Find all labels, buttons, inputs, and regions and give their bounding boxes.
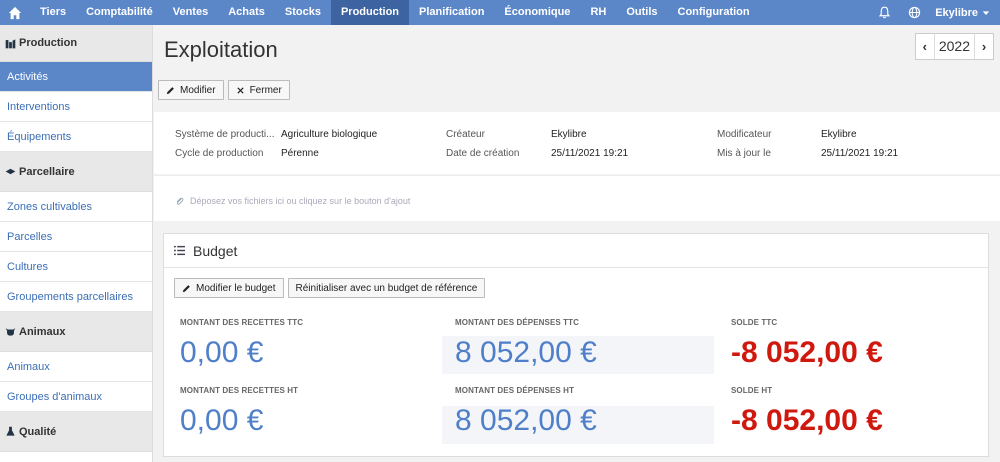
close-button-label: Fermer: [249, 84, 282, 96]
reset-budget-button[interactable]: Réinitialiser avec un budget de référenc…: [287, 278, 486, 298]
expenses-ht-cell: MONTANT DES DÉPENSES HT 8 052,00 €: [455, 386, 597, 438]
budget-panel: Budget Modifier le budget Réinitialiser …: [163, 233, 989, 457]
system-value: Agriculture biologique: [281, 129, 378, 140]
sidebar-section-qualite: Qualité: [0, 412, 152, 452]
budget-header: Budget: [164, 234, 988, 268]
sidebar-item-equipements[interactable]: Équipements: [0, 122, 152, 152]
sidebar-section-label: Production: [19, 37, 78, 49]
updated-value: 25/11/2021 19:21: [821, 148, 899, 159]
budget-title: Budget: [193, 242, 238, 259]
year-label: 2022: [933, 34, 975, 59]
cow-icon: [5, 328, 16, 336]
creator-label: Créateur: [446, 129, 485, 140]
updated-label: Mis à jour le: [717, 148, 771, 159]
nav-economique[interactable]: Économique: [494, 0, 580, 25]
bell-icon[interactable]: [869, 0, 899, 25]
balance-ht-cell: SOLDE HT -8 052,00 €: [731, 386, 883, 438]
paperclip-icon: [176, 197, 184, 205]
user-menu[interactable]: Ekylibre: [929, 7, 1000, 19]
receipts-ht-value: 0,00 €: [180, 404, 264, 437]
sidebar-section-label: Parcellaire: [19, 165, 75, 178]
cycle-label: Cycle de production: [175, 148, 264, 159]
creator-value: Ekylibre: [551, 129, 587, 140]
parcel-icon: [5, 168, 16, 175]
nav-tiers[interactable]: Tiers: [30, 0, 76, 25]
reset-budget-label: Réinitialiser avec un budget de référenc…: [295, 282, 478, 294]
created-value: 25/11/2021 19:21: [551, 148, 629, 159]
nav-production[interactable]: Production: [330, 0, 410, 25]
receipts-ttc-label: MONTANT DES RECETTES TTC: [180, 318, 304, 327]
expenses-ttc-value: 8 052,00 €: [455, 336, 597, 369]
balance-ht-label: SOLDE HT: [731, 386, 773, 395]
system-label: Système de producti...: [175, 129, 275, 140]
cycle-value: Pérenne: [281, 148, 319, 159]
previous-year-button[interactable]: ‹: [916, 39, 934, 54]
receipts-ht-label: MONTANT DES RECETTES HT: [180, 386, 299, 395]
nav-configuration[interactable]: Configuration: [668, 0, 760, 25]
dropzone-text: Déposez vos fichiers ici ou cliquez sur …: [190, 196, 411, 206]
sidebar: Production Activités Interventions Équip…: [0, 25, 153, 462]
balance-ht-value: -8 052,00 €: [731, 404, 883, 437]
receipts-ttc-value: 0,00 €: [180, 336, 264, 369]
sidebar-item-animaux[interactable]: Animaux: [0, 352, 152, 382]
top-navbar: Tiers Comptabilité Ventes Achats Stocks …: [0, 0, 1000, 25]
sidebar-section-label: Animaux: [19, 325, 66, 338]
created-label: Date de création: [446, 148, 520, 159]
receipts-ttc-cell: MONTANT DES RECETTES TTC 0,00 €: [180, 318, 303, 370]
modifier-value: Ekylibre: [821, 129, 857, 140]
list-icon: [174, 245, 185, 256]
balance-ttc-cell: SOLDE TTC -8 052,00 €: [731, 318, 883, 370]
sidebar-item-interventions[interactable]: Interventions: [0, 92, 152, 122]
year-selector: ‹ 2022 ›: [914, 33, 994, 60]
nav-planification[interactable]: Planification: [409, 0, 494, 25]
pencil-icon: [182, 284, 190, 292]
sidebar-section-parcellaire: Parcellaire: [0, 152, 152, 192]
production-icon: [5, 38, 16, 48]
budget-toolbar: Modifier le budget Réinitialiser avec un…: [174, 278, 486, 298]
sidebar-item-groupements-parcellaires[interactable]: Groupements parcellaires: [0, 282, 152, 312]
file-dropzone[interactable]: Déposez vos fichiers ici ou cliquez sur …: [154, 175, 1000, 221]
expenses-ht-value: 8 052,00 €: [455, 404, 597, 437]
home-icon[interactable]: [0, 0, 30, 25]
balance-ttc-label: SOLDE TTC: [731, 318, 778, 327]
page-toolbar: Modifier Fermer: [158, 80, 290, 100]
user-name: Ekylibre: [935, 6, 978, 19]
nav-ventes[interactable]: Ventes: [163, 0, 218, 25]
expenses-ht-label: MONTANT DES DÉPENSES HT: [455, 386, 575, 395]
sidebar-item-zones-cultivables[interactable]: Zones cultivables: [0, 192, 152, 222]
expenses-ttc-label: MONTANT DES DÉPENSES TTC: [455, 318, 580, 327]
close-button[interactable]: Fermer: [227, 80, 290, 100]
info-panel: Système de producti... Agriculture biolo…: [154, 112, 1000, 174]
nav-comptabilite[interactable]: Comptabilité: [76, 0, 163, 25]
edit-budget-button[interactable]: Modifier le budget: [174, 278, 284, 298]
globe-icon[interactable]: [899, 0, 929, 25]
sidebar-section-animaux: Animaux: [0, 312, 152, 352]
nav-rh[interactable]: RH: [580, 0, 616, 25]
sidebar-item-analyses[interactable]: Analyses: [0, 452, 152, 462]
close-icon: [236, 86, 244, 94]
sidebar-item-cultures[interactable]: Cultures: [0, 252, 152, 282]
chevron-down-icon: [982, 10, 990, 15]
nav-outils[interactable]: Outils: [616, 0, 667, 25]
balance-ttc-value: -8 052,00 €: [731, 336, 883, 369]
nav-stocks[interactable]: Stocks: [275, 0, 331, 25]
modifier-label: Modificateur: [717, 129, 772, 140]
sidebar-section-production: Production: [0, 25, 152, 62]
expenses-ttc-cell: MONTANT DES DÉPENSES TTC 8 052,00 €: [455, 318, 597, 370]
next-year-button[interactable]: ›: [975, 39, 993, 54]
flask-icon: [6, 426, 15, 436]
edit-button[interactable]: Modifier: [158, 80, 224, 100]
pencil-icon: [166, 86, 174, 94]
sidebar-item-groupes-animaux[interactable]: Groupes d'animaux: [0, 382, 152, 412]
sidebar-item-parcelles[interactable]: Parcelles: [0, 222, 152, 252]
edit-budget-label: Modifier le budget: [196, 282, 276, 294]
sidebar-section-label: Qualité: [19, 425, 57, 438]
edit-button-label: Modifier: [180, 84, 216, 96]
main-content: Exploitation ‹ 2022 › Modifier Fermer Sy…: [153, 25, 1000, 462]
page-title: Exploitation: [164, 37, 278, 62]
nav-achats[interactable]: Achats: [218, 0, 275, 25]
receipts-ht-cell: MONTANT DES RECETTES HT 0,00 €: [180, 386, 298, 438]
sidebar-item-activites[interactable]: Activités: [0, 62, 152, 92]
